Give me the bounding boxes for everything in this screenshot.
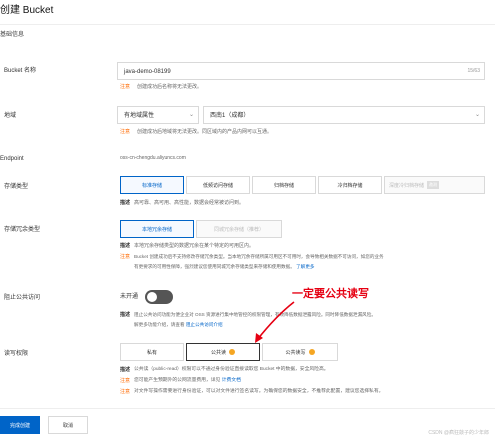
storage-option-standard[interactable]: 标准存储 <box>120 176 184 194</box>
region-hint: 创建成功后地域将无法更改。同区域内的产品内网可以互通。 <box>137 129 273 135</box>
title-divider <box>0 24 495 25</box>
redundancy-desc: 本地冗余存储类型的数据冗余在某个特定的可用区内。 <box>134 243 255 249</box>
chevron-down-icon: ⌄ <box>474 112 480 118</box>
region-note-tag: 注意 <box>120 129 131 135</box>
acl-note1: 您可能产生预期外的公网流量费用，详见 计费文档 <box>134 378 241 384</box>
block-public-desc-tag: 描述 <box>120 312 131 318</box>
region-label: 地域 <box>4 113 17 119</box>
footer-divider <box>0 408 495 409</box>
acl-note1-tag: 注意 <box>120 378 131 384</box>
region-type-select[interactable]: 有地域属性 ⌄ <box>117 106 199 124</box>
deep-cold-label: 深度冷归档存储 <box>389 182 425 189</box>
block-public-desc-line2: 解更多功能介绍，请查看 阻止公共访问介绍 <box>134 322 223 328</box>
acl-option-public-read[interactable]: 公共读 <box>186 343 260 361</box>
acl-note2: 对文件写操作需要进行身份验证，可以对文件进行签名读写。为确保您的数据安全，不推荐… <box>134 389 384 394</box>
region-type-value: 有地域属性 <box>124 113 155 119</box>
block-public-intro-link[interactable]: 阻止公共访问介绍 <box>186 322 223 327</box>
watermark: CSDN @疯狂敲子的少年郎 <box>428 430 489 436</box>
bucket-name-hint: 创建成功后名称将无法更改。 <box>137 84 203 90</box>
redundancy-option-zrs[interactable]: 同城冗余存储（推荐） <box>196 220 282 238</box>
acl-desc-tag: 描述 <box>120 367 131 373</box>
bucket-name-value: java-demo-08199 <box>124 69 171 75</box>
cancel-button[interactable]: 取消 <box>48 416 88 434</box>
storage-class-label: 存储类型 <box>4 184 29 190</box>
bucket-name-counter: 15/63 <box>467 68 480 74</box>
storage-desc: 高可靠、高可用、高性能，数据会经常被访问到。 <box>134 200 245 206</box>
redundancy-label: 存储冗余类型 <box>4 227 41 233</box>
create-bucket-page: 创建 Bucket 基础信息 Bucket 名称 java-demo-08199… <box>0 0 495 443</box>
storage-option-cold-archive[interactable]: 冷归档存储 <box>318 176 382 194</box>
block-public-status: 未开通 <box>120 294 139 300</box>
acl-public-read-label: 公共读 <box>210 349 226 356</box>
redundancy-note-tag: 注意 <box>120 254 131 260</box>
acl-option-public-read-write[interactable]: 公共读写 <box>262 343 338 361</box>
warning-icon <box>229 349 235 355</box>
region-value: 西南1（成都） <box>210 113 250 119</box>
acl-note2-tag: 注意 <box>120 389 131 395</box>
warning-icon <box>308 349 315 355</box>
storage-option-ia[interactable]: 低频访问存储 <box>186 176 250 194</box>
storage-option-deep-cold-archive[interactable]: 深度冷归档存储 邀测 <box>384 176 485 194</box>
annotation-arrow-icon <box>255 301 295 343</box>
region-select[interactable]: 西南1（成都） ⌄ <box>203 106 485 124</box>
redundancy-note-line2: 有更要求的可用性保障，强烈建议您使用同城冗余存储类型来存储和使用数据。 了解更多 <box>134 264 314 270</box>
redundancy-note-text: 有更要求的可用性保障，强烈建议您使用同城冗余存储类型来存储和使用数据。 <box>134 264 295 269</box>
learn-more-link[interactable]: 了解更多 <box>296 264 314 269</box>
redundancy-note-line1: Bucket 创建成功后不支持修改存储冗余类型。当本地冗余存储所属可用区不可用时… <box>134 254 384 259</box>
storage-desc-tag: 描述 <box>120 200 131 206</box>
acl-note1-text: 您可能产生预期外的公网流量费用，详见 <box>134 378 221 383</box>
acl-option-private[interactable]: 私有 <box>120 343 184 361</box>
redundancy-desc-tag: 描述 <box>120 243 131 249</box>
acl-label: 读写权限 <box>4 351 29 357</box>
endpoint-label: Endpoint <box>0 156 24 162</box>
endpoint-value: oss-cn-chengdu.aliyuncs.com <box>120 155 186 161</box>
acl-desc: 公共读（public-read）权限可以不通过身份验证直接读取您 Bucket … <box>134 367 329 372</box>
block-public-label: 阻止公共访问 <box>4 295 41 301</box>
bucket-name-label: Bucket 名称 <box>4 68 37 74</box>
acl-public-rw-label: 公共读写 <box>285 349 306 356</box>
page-title: 创建 Bucket <box>0 5 54 16</box>
invite-badge: 邀测 <box>427 181 440 189</box>
section-basic-info: 基础信息 <box>0 32 25 38</box>
annotation-text: 一定要公共读写 <box>292 288 369 300</box>
storage-option-archive[interactable]: 归档存储 <box>252 176 316 194</box>
block-public-desc-text: 解更多功能介绍，请查看 <box>134 322 185 327</box>
billing-doc-link[interactable]: 计费文档 <box>222 378 241 383</box>
chevron-down-icon: ⌄ <box>188 112 194 118</box>
block-public-toggle[interactable] <box>145 290 173 304</box>
confirm-create-button[interactable]: 完成创建 <box>0 416 40 434</box>
toggle-knob <box>147 292 157 302</box>
bucket-name-note-tag: 注意 <box>120 84 131 90</box>
bucket-name-input[interactable]: java-demo-08199 15/63 <box>117 62 485 80</box>
redundancy-option-lrs[interactable]: 本地冗余存储 <box>120 220 194 238</box>
